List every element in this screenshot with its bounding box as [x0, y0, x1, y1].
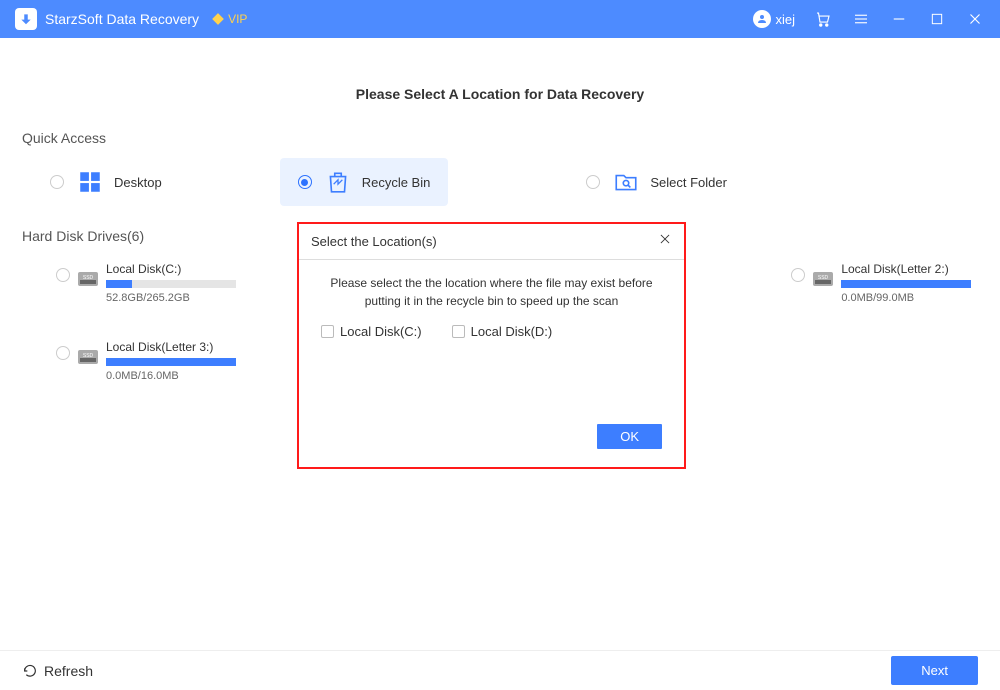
- desktop-icon: [76, 168, 104, 196]
- quick-access-label: Quick Access: [22, 130, 978, 146]
- vip-badge: VIP: [211, 12, 247, 26]
- radio-icon: [50, 175, 64, 189]
- radio-icon: [298, 175, 312, 189]
- quick-access-row: Desktop Recycle Bin Select Folder: [22, 158, 978, 206]
- ssd-icon: SSD: [811, 268, 835, 288]
- radio-icon: [586, 175, 600, 189]
- radio-icon: [56, 268, 70, 282]
- diamond-icon: [211, 12, 225, 26]
- ssd-icon: SSD: [76, 268, 100, 288]
- recycle-bin-icon: [324, 168, 352, 196]
- ok-button[interactable]: OK: [597, 424, 662, 449]
- titlebar: StarzSoft Data Recovery VIP xiej: [0, 0, 1000, 38]
- folder-search-icon: [612, 168, 640, 196]
- modal-option-disk-c[interactable]: Local Disk(C:): [321, 324, 422, 339]
- svg-text:SSD: SSD: [83, 275, 94, 281]
- close-icon[interactable]: [965, 9, 985, 29]
- cart-icon[interactable]: [813, 9, 833, 29]
- user-profile[interactable]: xiej: [753, 10, 795, 28]
- drive-usage-bar: [106, 358, 236, 366]
- drive-letter-2[interactable]: SSD Local Disk(Letter 2:) 0.0MB/99.0MB: [659, 256, 978, 318]
- select-location-modal: Select the Location(s) Please select the…: [297, 222, 686, 469]
- checkbox-icon: [452, 325, 465, 338]
- modal-message: Please select the the location where the…: [319, 274, 664, 310]
- radio-icon: [791, 268, 805, 282]
- refresh-button[interactable]: Refresh: [22, 663, 93, 679]
- app-logo-icon: [15, 8, 37, 30]
- quick-access-desktop[interactable]: Desktop: [32, 158, 180, 206]
- next-button[interactable]: Next: [891, 656, 978, 685]
- menu-icon[interactable]: [851, 9, 871, 29]
- app-title: StarzSoft Data Recovery: [45, 11, 199, 27]
- drive-local-c[interactable]: SSD Local Disk(C:) 52.8GB/265.2GB: [22, 256, 341, 318]
- refresh-icon: [22, 663, 38, 679]
- maximize-icon[interactable]: [927, 9, 947, 29]
- drive-usage-bar: [841, 280, 971, 288]
- quick-access-select-folder[interactable]: Select Folder: [568, 158, 745, 206]
- radio-icon: [56, 346, 70, 360]
- modal-option-disk-d[interactable]: Local Disk(D:): [452, 324, 553, 339]
- drive-letter-3[interactable]: SSD Local Disk(Letter 3:) 0.0MB/16.0MB: [22, 334, 341, 396]
- quick-access-recycle-bin[interactable]: Recycle Bin: [280, 158, 449, 206]
- page-title: Please Select A Location for Data Recove…: [22, 38, 978, 130]
- minimize-icon[interactable]: [889, 9, 909, 29]
- svg-text:SSD: SSD: [83, 353, 94, 359]
- modal-title: Select the Location(s): [311, 234, 437, 249]
- checkbox-icon: [321, 325, 334, 338]
- close-icon[interactable]: [658, 232, 672, 251]
- avatar-icon: [753, 10, 771, 28]
- drive-usage-bar: [106, 280, 236, 288]
- footer: Refresh Next: [0, 650, 1000, 690]
- svg-text:SSD: SSD: [818, 275, 829, 281]
- ssd-icon: SSD: [76, 346, 100, 366]
